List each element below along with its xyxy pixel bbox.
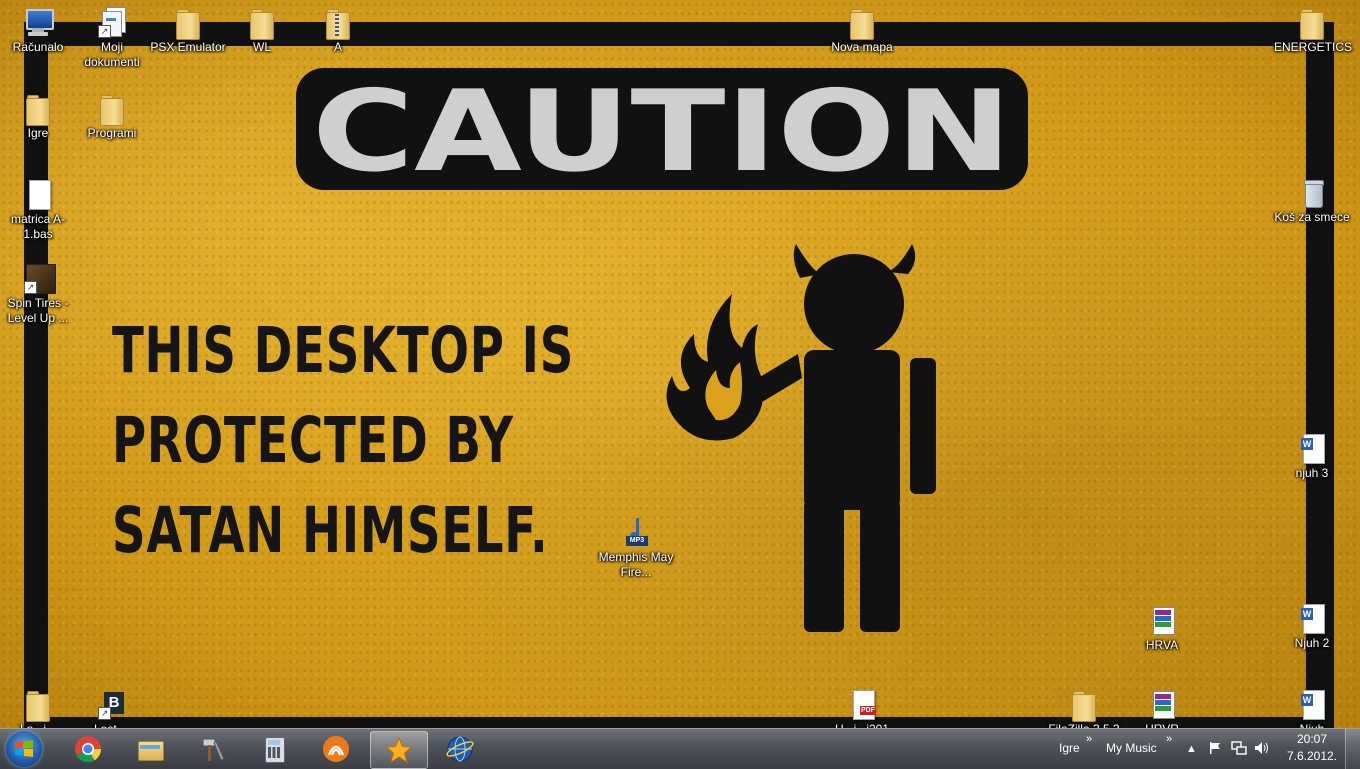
word-document-icon: W <box>1296 688 1328 720</box>
chevron-right-icon[interactable]: » <box>1166 733 1172 745</box>
desktop-icon-psx-emulator[interactable]: PSX Emulator <box>150 6 226 55</box>
show-desktop-button[interactable] <box>1345 729 1360 769</box>
desktop-icon-njuh-3[interactable]: W njuh 3 <box>1274 432 1350 481</box>
desktop-icon-label: Moji dokumenti <box>84 40 140 69</box>
desktop-icon-hrva[interactable]: HRVA <box>1124 604 1200 653</box>
caution-headline: CAUTION <box>312 68 1012 190</box>
desktop-icon-njuh-2[interactable]: W Njuh 2 <box>1274 602 1350 651</box>
star-icon <box>385 736 413 764</box>
folder-icon <box>1296 6 1328 40</box>
desktop-icon-label: Igre <box>27 126 49 140</box>
folder-icon <box>136 735 164 763</box>
taskbar-star-app-button[interactable] <box>370 731 428 769</box>
folder-icon <box>846 6 878 40</box>
zip-folder-icon <box>322 6 354 40</box>
shortcut-arrow-icon: ↗ <box>24 281 37 294</box>
desktop-icon-label: Programi <box>87 126 137 140</box>
toolbar-igre[interactable]: Igre <box>1059 741 1080 755</box>
folder-icon <box>22 92 54 126</box>
desktop-icon-racunalo[interactable]: Računalo <box>0 6 76 55</box>
desktop-icon-label: HRVA <box>1145 638 1179 652</box>
devil-figure-illustration <box>666 244 936 632</box>
word-document-icon: W <box>1296 432 1328 464</box>
taskbar: Igre » My Music » ▲ 20:07 7.6.2012. <box>0 728 1360 769</box>
taskbar-calculator-button[interactable] <box>246 731 302 767</box>
toolbar-my-music[interactable]: My Music <box>1106 741 1157 755</box>
action-center-flag-icon[interactable] <box>1208 741 1222 755</box>
system-clock[interactable]: 20:07 7.6.2012. <box>1280 732 1344 763</box>
desktop-icon-label: PSX Emulator <box>150 40 226 54</box>
warning-line-2: PROTECTED BY <box>112 404 514 477</box>
taskbar-chrome-button[interactable] <box>60 731 116 767</box>
desktop-icon-recycle-bin[interactable]: Koš za smece <box>1274 176 1350 225</box>
desktop-icon-label: Koš za smece <box>1274 210 1350 224</box>
folder-icon <box>172 6 204 40</box>
chevron-right-icon[interactable]: » <box>1086 733 1092 745</box>
taskbar-globe-button[interactable] <box>432 731 488 767</box>
taskbar-tools-button[interactable] <box>184 731 240 767</box>
desktop-icon-label: WL <box>253 40 271 54</box>
desktop-icon-memphis-mp3[interactable]: MP3 Memphis May Fire... <box>598 516 674 580</box>
clock-date: 7.6.2012. <box>1286 749 1338 763</box>
caution-banner: CAUTION <box>296 68 1028 190</box>
desktop-icon-programi[interactable]: Programi <box>74 92 150 141</box>
desktop-icon-label: ENERGETICS <box>1274 40 1353 54</box>
folder-icon <box>22 688 54 722</box>
calculator-icon <box>260 735 288 763</box>
folder-icon <box>96 92 128 126</box>
desktop-icon-label: matrica A-1.bas <box>10 212 65 241</box>
warning-line-1: THIS DESKTOP IS <box>112 314 575 387</box>
volume-icon[interactable] <box>1254 741 1270 755</box>
documents-icon: ↗ <box>96 6 128 38</box>
file-icon <box>22 178 54 210</box>
desktop-icon-energetics[interactable]: ENERGETICS <box>1274 6 1353 55</box>
folder-icon <box>1068 688 1100 722</box>
mp3-icon: MP3 <box>620 516 652 548</box>
winrar-archive-icon <box>1146 688 1178 720</box>
pdf-icon: PDF <box>846 688 878 720</box>
folder-icon <box>246 6 278 40</box>
game-icon: ↗ <box>22 262 56 294</box>
clock-time: 20:07 <box>1296 732 1328 746</box>
desktop-icon-label: Spin Tires - Level Up ... <box>7 296 69 325</box>
show-hidden-icons-button[interactable]: ▲ <box>1186 743 1197 755</box>
shortcut-arrow-icon: ↗ <box>98 25 111 38</box>
desktop-icon-label: Računalo <box>12 40 64 54</box>
media-player-icon <box>323 736 349 762</box>
desktop-icon-label: Njuh 2 <box>1294 636 1330 650</box>
desktop-icon-label: njuh 3 <box>1295 466 1329 480</box>
desktop-icon-label: Nova mapa <box>831 40 893 54</box>
desktop-icon-spin-tires[interactable]: ↗ Spin Tires - Level Up ... <box>0 262 76 326</box>
network-icon[interactable] <box>1231 740 1247 756</box>
warning-line-3: SATAN HIMSELF. <box>112 494 549 567</box>
windows-logo-icon <box>15 740 33 757</box>
game-icon: B ↗ <box>96 688 128 720</box>
shortcut-arrow-icon: ↗ <box>98 707 111 720</box>
hammer-wrench-icon <box>202 738 225 761</box>
desktop-icon-label: A <box>333 40 342 54</box>
globe-icon <box>446 736 474 762</box>
start-button[interactable] <box>6 731 42 767</box>
desktop-icon-label: Memphis May Fire... <box>598 550 674 579</box>
desktop-icon-wl[interactable]: WL <box>224 6 300 55</box>
desktop-icon-matrica[interactable]: matrica A-1.bas <box>0 178 76 242</box>
chrome-icon <box>75 736 102 763</box>
desktop-icon-a[interactable]: A <box>300 6 376 55</box>
desktop-icon-nova-mapa[interactable]: Nova mapa <box>824 6 900 55</box>
taskbar-media-player-button[interactable] <box>308 731 364 767</box>
word-document-icon: W <box>1296 602 1328 634</box>
taskbar-explorer-button[interactable] <box>122 731 178 767</box>
computer-icon <box>22 6 54 38</box>
recycle-bin-icon <box>1296 176 1328 208</box>
winrar-archive-icon <box>1146 604 1178 636</box>
desktop-icon-igre[interactable]: Igre <box>0 92 76 141</box>
desktop-icon-moji-dokumenti[interactable]: ↗ Moji dokumenti <box>74 6 150 70</box>
